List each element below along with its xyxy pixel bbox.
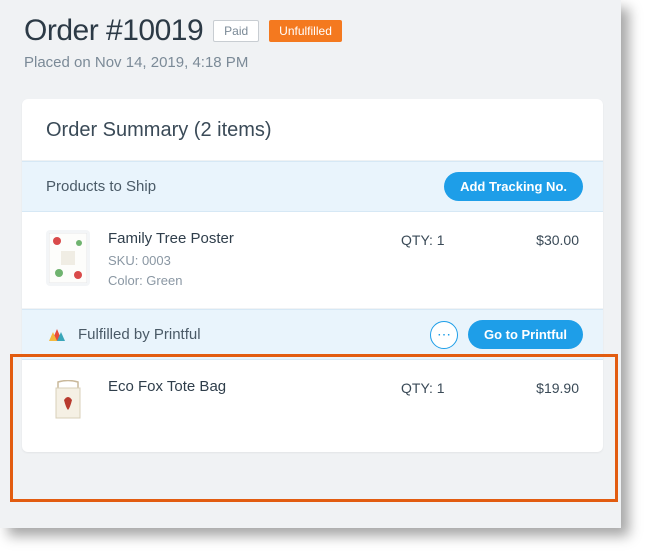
product-thumbnail (46, 230, 90, 286)
item-price: $19.90 (509, 378, 579, 396)
printful-logo-icon (46, 324, 68, 346)
summary-title: Order Summary (2 items) (22, 99, 603, 161)
product-thumbnail (46, 378, 90, 434)
printful-section-bar: Fulfilled by Printful ⋯ Go to Printful (22, 309, 603, 360)
order-title: Order #10019 (24, 14, 203, 48)
order-summary-card: Order Summary (2 items) Products to Ship… (22, 99, 603, 452)
item-qty: QTY: 1 (401, 378, 491, 396)
unfulfilled-badge: Unfulfilled (269, 20, 342, 42)
item-name: Family Tree Poster (108, 230, 383, 247)
placed-on-text: Placed on Nov 14, 2019, 4:18 PM (24, 54, 597, 71)
item-price: $30.00 (509, 230, 579, 248)
item-name: Eco Fox Tote Bag (108, 378, 383, 395)
add-tracking-button[interactable]: Add Tracking No. (444, 172, 583, 201)
go-to-printful-button[interactable]: Go to Printful (468, 320, 583, 349)
line-item: Family Tree Poster SKU: 0003 Color: Gree… (22, 212, 603, 309)
item-variant: Color: Green (108, 271, 383, 291)
printful-section-title: Fulfilled by Printful (78, 326, 201, 343)
line-item: Eco Fox Tote Bag QTY: 1 $19.90 (22, 360, 603, 452)
item-sku: SKU: 0003 (108, 251, 383, 271)
paid-badge: Paid (213, 20, 259, 42)
item-qty: QTY: 1 (401, 230, 491, 248)
products-to-ship-bar: Products to Ship Add Tracking No. (22, 161, 603, 212)
more-actions-button[interactable]: ⋯ (430, 321, 458, 349)
ship-section-title: Products to Ship (46, 178, 156, 195)
ellipsis-icon: ⋯ (437, 326, 451, 343)
